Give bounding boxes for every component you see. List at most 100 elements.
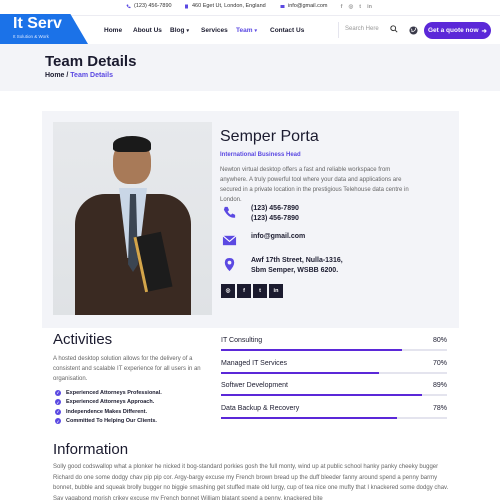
topbar-email[interactable]: info@gmail.com: [280, 3, 328, 9]
instagram-icon[interactable]: ◎: [348, 4, 353, 10]
skill-fill: [221, 349, 402, 351]
skill-percent: 80%: [432, 337, 447, 344]
checklist-item: ✓ Committed To Helping Our Clients.: [55, 417, 162, 427]
skill-percent: 78%: [432, 405, 447, 412]
building-icon: [185, 4, 188, 8]
skill-fill: [221, 372, 380, 374]
search-input[interactable]: Search Here: [345, 26, 379, 32]
linkedin-icon[interactable]: in: [269, 284, 283, 298]
facebook-icon[interactable]: f: [237, 284, 251, 298]
skill-track: [221, 372, 447, 374]
nav-services[interactable]: Services: [201, 27, 228, 34]
check-icon: ✓: [55, 399, 61, 406]
breadcrumb-current: Team Details: [70, 72, 113, 79]
nav-about[interactable]: About Us: [133, 27, 162, 34]
photo-hair: [113, 136, 151, 152]
information-text: Solly good codswallop what a plonker he …: [53, 464, 449, 500]
topbar-email-text: info@gmail.com: [288, 3, 328, 9]
checklist-item-label: Experienced Attorneys Approach.: [66, 399, 155, 406]
mail-icon: [280, 4, 285, 8]
phone-icon: [223, 206, 236, 218]
page-banner: Team Details Home / Team Details: [0, 44, 500, 91]
checklist-item-label: Independence Makes Different.: [66, 408, 147, 415]
mail-icon: [222, 235, 237, 246]
top-bar: (123) 456-7890 460 Eget Ut, London, Engl…: [0, 0, 500, 16]
skill-track: [221, 417, 447, 419]
contact-email-text: info@gmail.com: [251, 233, 306, 240]
profile-name: Semper Porta: [220, 128, 319, 145]
nav-home[interactable]: Home: [104, 27, 122, 34]
checklist-item-label: Committed To Helping Our Clients.: [66, 418, 157, 425]
topbar-socials: f ◎ t in: [341, 4, 372, 10]
nav-team-label: Team: [236, 27, 253, 34]
check-icon: ✓: [55, 389, 61, 396]
nav-home-label: Home: [104, 27, 123, 34]
skill-track: [221, 349, 447, 351]
chevron-down-icon: ▾: [186, 28, 189, 34]
breadcrumb: Home / Team Details: [45, 72, 113, 79]
nav-contact[interactable]: Contact Us: [270, 27, 304, 34]
twitter-icon[interactable]: t: [359, 4, 361, 10]
nav-contact-label: Contact Us: [270, 27, 305, 34]
check-icon: ✓: [55, 418, 61, 425]
profile-photo: [53, 122, 212, 315]
activities-checklist: ✓ Experienced Attorneys Professional. ✓ Ex…: [55, 388, 162, 426]
search-icon[interactable]: [390, 25, 398, 33]
contact-email[interactable]: info@gmail.com: [222, 232, 305, 248]
instagram-icon[interactable]: ◎: [221, 284, 235, 298]
profile-bio: Newton virtual desktop offers a fast and…: [220, 167, 409, 203]
information-title: Information: [53, 441, 129, 458]
linkedin-icon[interactable]: in: [367, 4, 372, 10]
topbar-phone[interactable]: (123) 456-7890: [126, 3, 172, 9]
contact-phone-1: (123) 456-7890: [251, 205, 299, 212]
skill-percent: 89%: [432, 382, 447, 389]
profile-card: Semper Porta International Business Head…: [42, 111, 459, 328]
location-pin-icon: [224, 257, 235, 272]
contact-address-1: Awf 17th Street, Nulla-1316,: [251, 257, 343, 264]
contact-address-2: Sbm Semper, WSBB 6200.: [251, 267, 339, 274]
skill-name: IT Consulting: [221, 337, 263, 344]
skill-name: Softwer Development: [221, 382, 288, 389]
topbar-address: 460 Eget Ut, London, England: [184, 3, 266, 9]
nav-blog[interactable]: Blog ▾: [170, 27, 189, 34]
skill-track: [221, 394, 447, 396]
twitter-icon[interactable]: t: [253, 284, 267, 298]
skill-name: Managed IT Services: [221, 360, 288, 367]
arrow-right-icon: ➜: [481, 27, 487, 35]
breadcrumb-home[interactable]: Home: [45, 72, 64, 79]
nav-services-label: Services: [201, 27, 228, 34]
skill-fill: [221, 417, 398, 419]
facebook-icon[interactable]: f: [341, 4, 343, 10]
profile-socials: ◎ f t in: [221, 284, 283, 298]
activities-title: Activities: [53, 331, 113, 348]
globe-icon[interactable]: [409, 26, 418, 35]
phone-icon: [126, 4, 131, 8]
activities-description: A hosted desktop solution allows for the…: [53, 356, 201, 382]
check-icon: ✓: [55, 408, 61, 415]
page-title: Team Details: [45, 53, 137, 70]
contact-phone-2: (123) 456-7890: [251, 215, 299, 222]
checklist-item-label: Experienced Attorneys Professional.: [66, 389, 162, 396]
nav-about-label: About Us: [133, 27, 162, 34]
get-quote-button[interactable]: Get a quote now ➜: [424, 22, 491, 39]
topbar-phone-text: (123) 456-7890: [134, 3, 172, 9]
checklist-item: ✓ Independence Makes Different.: [55, 407, 162, 417]
skill-name: Data Backup & Recovery: [221, 405, 300, 412]
skill-bar: Managed IT Services 70%: [221, 360, 447, 380]
checklist-item: ✓ Experienced Attorneys Approach.: [55, 398, 162, 408]
chevron-down-icon: ▾: [254, 28, 258, 34]
quote-button-label: Get a quote now: [427, 27, 479, 34]
skill-fill: [221, 394, 423, 396]
skill-bar: IT Consulting 80%: [221, 337, 447, 357]
skill-bar: Softwer Development 89%: [221, 382, 447, 402]
search-box[interactable]: Search Here: [338, 22, 404, 38]
nav-team[interactable]: Team ▾: [236, 27, 257, 34]
topbar-address-text: 460 Eget Ut, London, England: [192, 3, 266, 9]
nav-blog-label: Blog: [170, 27, 185, 34]
skill-bar: Data Backup & Recovery 78%: [221, 405, 447, 425]
skill-percent: 70%: [432, 360, 447, 367]
contact-address: Awf 17th Street, Nulla-1316, Sbm Semper, …: [222, 256, 343, 276]
contact-phone[interactable]: (123) 456-7890 (123) 456-7890: [222, 204, 299, 224]
profile-role: International Business Head: [220, 152, 301, 158]
checklist-item: ✓ Experienced Attorneys Professional.: [55, 388, 162, 398]
